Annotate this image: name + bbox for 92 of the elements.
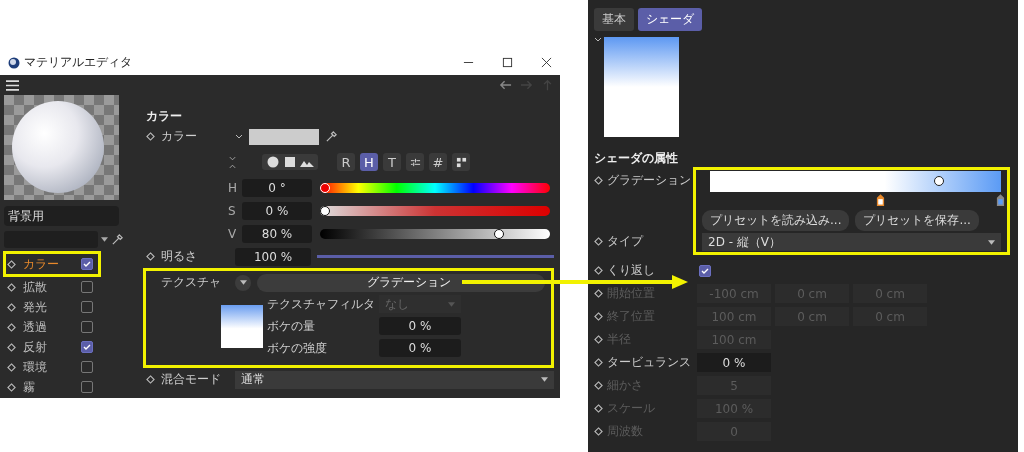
circle-icon xyxy=(266,156,280,168)
eyedropper-icon[interactable] xyxy=(325,130,338,143)
property-label: タイプ xyxy=(607,233,645,250)
keyframe-diamond-icon[interactable] xyxy=(146,375,155,384)
keyframe-diamond-icon[interactable] xyxy=(7,259,16,269)
mode-button[interactable] xyxy=(406,153,424,171)
type-dropdown[interactable]: 2D - 縦（V） xyxy=(702,233,1001,251)
property-label: ボケの量 xyxy=(267,317,316,335)
channel-checkbox[interactable] xyxy=(81,361,93,373)
keyframe-diamond-icon[interactable] xyxy=(594,237,603,246)
channel-checkbox[interactable] xyxy=(81,258,93,270)
value-field[interactable]: 0 % xyxy=(697,353,771,372)
menu-icon[interactable] xyxy=(6,79,19,91)
channel-checkbox[interactable] xyxy=(81,301,93,313)
blend-mode-dropdown[interactable]: 通常 xyxy=(235,370,554,389)
keyframe-diamond-icon[interactable] xyxy=(594,266,603,275)
channel-checkbox[interactable] xyxy=(81,321,93,333)
color-swatch[interactable] xyxy=(249,128,319,145)
mode-button[interactable]: R xyxy=(337,153,355,171)
interpolation-knob[interactable] xyxy=(934,176,945,186)
property-label: タービュランス xyxy=(607,354,692,371)
close-icon[interactable] xyxy=(541,57,552,68)
section-heading: シェーダの属性 xyxy=(594,150,679,167)
caret-icon xyxy=(239,280,247,285)
material-name-field[interactable]: 背景用 xyxy=(4,206,119,226)
channel-item[interactable]: 霧 xyxy=(7,378,81,396)
mode-button[interactable]: # xyxy=(429,153,447,171)
value-field[interactable]: 100 % xyxy=(235,247,311,266)
property-label: グラデーション xyxy=(607,172,692,189)
channel-checkbox[interactable] xyxy=(81,381,93,393)
squares-icon xyxy=(455,156,467,168)
property-label: テクスチャ xyxy=(161,274,222,291)
mode-button[interactable]: H xyxy=(360,153,378,171)
color-slider[interactable] xyxy=(320,205,550,216)
value-field[interactable]: 0 % xyxy=(379,317,461,335)
value-field[interactable]: 80 % xyxy=(242,224,312,243)
gradient-thumbnail xyxy=(221,305,263,348)
caret-icon xyxy=(988,239,995,245)
channel-item[interactable]: カラー xyxy=(7,255,81,273)
preset-button[interactable]: プリセットを読み込み... xyxy=(702,210,850,231)
channel-item[interactable]: 環境 xyxy=(7,358,81,376)
window-title: マテリアルエディタ xyxy=(24,54,132,71)
channel-item[interactable]: 拡散 xyxy=(7,278,81,296)
chevron-icon[interactable] xyxy=(594,37,602,43)
mode-button[interactable] xyxy=(452,153,470,171)
color-slider[interactable] xyxy=(320,228,550,239)
keyframe-diamond-icon[interactable] xyxy=(594,176,603,185)
back-arrow-icon[interactable] xyxy=(499,79,512,91)
channel-letter: V xyxy=(228,226,238,241)
app-logo-icon xyxy=(8,56,20,69)
channel-item[interactable]: 反射 xyxy=(7,338,81,356)
shader-button[interactable]: グラデーション xyxy=(257,273,545,292)
maximize-icon[interactable] xyxy=(502,57,513,68)
property-label: カラー xyxy=(161,128,198,145)
channel-letter: H xyxy=(228,180,238,195)
property-label: くり返し xyxy=(607,262,656,279)
caret-icon xyxy=(541,377,548,382)
tab[interactable]: シェーダ xyxy=(638,8,702,31)
value-field[interactable]: 0 % xyxy=(242,201,312,220)
texture-menu-button[interactable] xyxy=(235,274,251,291)
picker-mode-group[interactable] xyxy=(262,154,318,170)
keyframe-diamond-icon[interactable] xyxy=(146,252,155,261)
slider[interactable] xyxy=(317,255,554,258)
section-heading: カラー xyxy=(146,108,183,125)
check-icon xyxy=(82,259,92,269)
channel-item[interactable]: 透過 xyxy=(7,318,81,336)
channel-letter: S xyxy=(228,203,237,218)
sliders-icon xyxy=(409,156,421,168)
repeat-checkbox[interactable] xyxy=(699,264,711,277)
keyframe-diamond-icon[interactable] xyxy=(594,358,603,367)
mode-button[interactable]: T xyxy=(383,153,401,171)
tab[interactable]: 基本 xyxy=(594,8,634,31)
caret-icon xyxy=(448,301,455,307)
chevron-icon[interactable] xyxy=(235,133,243,140)
preset-button[interactable]: プリセットを保存... xyxy=(855,210,979,231)
channel-item[interactable]: 発光 xyxy=(7,298,81,316)
square-icon xyxy=(283,156,297,168)
channel-checkbox[interactable] xyxy=(81,281,93,293)
property-label: 混合モード xyxy=(161,371,222,388)
keyframe-diamond-icon[interactable] xyxy=(146,132,155,141)
property-label: ボケの強度 xyxy=(267,339,328,357)
color-slider[interactable] xyxy=(320,182,550,193)
property-label: 明るさ xyxy=(161,248,198,265)
value-field[interactable]: 0 % xyxy=(379,339,461,357)
eyedropper-icon[interactable] xyxy=(111,233,124,246)
caret-icon[interactable] xyxy=(101,237,108,242)
collapse-icon[interactable] xyxy=(228,155,237,169)
channel-checkbox[interactable] xyxy=(81,341,93,353)
check-icon xyxy=(82,342,92,352)
gradient-stop-icon[interactable] xyxy=(875,194,885,207)
property-label: テクスチャフィルタ xyxy=(267,295,376,313)
value-field[interactable]: 0 ° xyxy=(242,178,312,197)
